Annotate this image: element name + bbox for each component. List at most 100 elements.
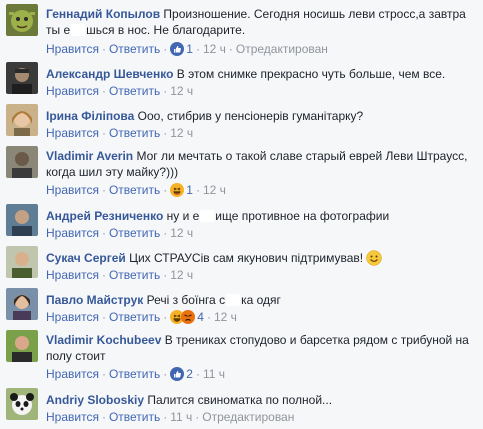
edited-label[interactable]: Отредактирован [236,42,328,56]
comment-body: Андрей Резниченко ну и е ище противное на… [46,208,477,224]
comment-meta: Нравится · Ответить · 12 ч [46,84,193,98]
like-link[interactable]: Нравится [46,410,99,424]
timestamp[interactable]: 12 ч [170,268,193,282]
dot-separator: · [228,42,233,56]
reply-link[interactable]: Ответить [109,268,160,282]
timestamp[interactable]: 12 ч [203,42,226,56]
dot-separator: · [163,310,168,324]
comment-meta: Нравится · Ответить · 12 ч [46,226,193,240]
comment-meta: Нравится · Ответить · 1 · 12 ч · Отредактирован [46,42,328,56]
reactions-summary[interactable]: 2 [170,367,193,381]
avatar[interactable] [6,330,38,362]
reactions-summary[interactable]: 4 [170,310,204,324]
timestamp[interactable]: 12 ч [214,310,237,324]
dot-separator: · [101,410,106,424]
smile-emoji-icon [366,250,383,266]
reaction-count: 1 [186,183,193,197]
reply-link[interactable]: Ответить [109,310,160,324]
like-reaction-icon [170,367,185,381]
timestamp[interactable]: 12 ч [170,126,193,140]
avatar[interactable] [6,4,38,36]
dot-separator: · [101,310,106,324]
comment-meta: Нравится · Ответить · 2 · 11 ч [46,367,225,381]
dot-separator: · [101,268,106,282]
dot-separator: · [163,183,168,197]
like-link[interactable]: Нравится [46,183,99,197]
reply-link[interactable]: Ответить [109,42,160,56]
comment-author[interactable]: Павло Майструк [46,293,143,307]
comment-body: Павло Майструк Речі з боїнга с ка одяг [46,292,477,308]
comment-body: Ірина Філіпова Ооо, стибрив у пенсіонері… [46,108,477,124]
avatar[interactable] [6,204,38,236]
dot-separator: · [163,268,168,282]
dot-separator: · [163,126,168,140]
comment-body: Vladimir Kochubeev В трениках стопудово … [46,332,477,364]
comment-meta: Нравится · Ответить · 12 ч [46,268,193,282]
like-link[interactable]: Нравится [46,226,99,240]
comment-item: Павло Майструк Речі з боїнга с ка одяг Нр… [0,288,483,324]
comment-body: Andriy Sloboskiy Палится свиноматка по п… [46,392,477,408]
redaction-blank [200,210,215,222]
comment-author[interactable]: Vladimir Averin [46,149,133,163]
dot-separator: · [195,42,200,56]
comment-text-cont: ище противное на фотографии [215,209,390,223]
comment-author[interactable]: Андрей Резниченко [46,209,163,223]
comment-item: Андрей Резниченко ну и е ище противное на… [0,204,483,240]
timestamp[interactable]: 12 ч [203,183,226,197]
dot-separator: · [195,183,200,197]
avatar[interactable] [6,246,38,278]
comment-author[interactable]: Сукач Сергей [46,251,126,265]
reply-link[interactable]: Ответить [109,183,160,197]
shrek-avatar-icon [6,4,38,36]
avatar[interactable] [6,388,38,420]
avatar[interactable] [6,104,38,136]
dot-separator: · [163,84,168,98]
dot-separator: · [195,410,200,424]
timestamp[interactable]: 12 ч [170,84,193,98]
comment-item: Сукач Сергей Цих СТРАУСів сам якунович п… [0,246,483,282]
dot-separator: · [101,42,106,56]
woman-avatar-icon [6,104,38,136]
avatar[interactable] [6,146,38,178]
like-link[interactable]: Нравится [46,268,99,282]
reactions-summary[interactable]: 1 [170,183,193,197]
comment-author[interactable]: Александр Шевченко [46,67,173,81]
like-link[interactable]: Нравится [46,84,99,98]
dot-separator: · [163,367,168,381]
like-link[interactable]: Нравится [46,126,99,140]
comment-text: Цих СТРАУСів сам якунович підтримував! [129,251,364,265]
reply-link[interactable]: Ответить [109,84,160,98]
comment-item: Vladimir Averin Мог ли мечтать о такой с… [0,146,483,198]
like-link[interactable]: Нравится [46,42,99,56]
comment-author[interactable]: Andriy Sloboskiy [46,393,144,407]
dot-separator: · [195,367,200,381]
timestamp[interactable]: 11 ч [203,367,225,381]
dot-separator: · [101,367,106,381]
comment-item: Геннадий Копылов Произношение. Сегодня н… [0,4,483,56]
comment-item: Andriy Sloboskiy Палится свиноматка по п… [0,388,483,426]
like-link[interactable]: Нравится [46,310,99,324]
comment-author[interactable]: Геннадий Копылов [46,7,160,21]
comment-author[interactable]: Ірина Філіпова [46,109,134,123]
reactions-summary[interactable]: 1 [170,42,193,56]
comment-body: Александр Шевченко В этом снимке прекрас… [46,66,477,82]
comment-meta: Нравится · Ответить · 12 ч [46,126,193,140]
reaction-count: 4 [197,310,204,324]
comment-body: Vladimir Averin Мог ли мечтать о такой с… [46,148,477,180]
avatar[interactable] [6,288,38,320]
comment-author[interactable]: Vladimir Kochubeev [46,333,161,347]
reply-link[interactable]: Ответить [109,226,160,240]
reply-link[interactable]: Ответить [109,126,160,140]
reply-link[interactable]: Ответить [109,367,160,381]
man-avatar-icon [6,146,38,178]
panda-avatar-icon [6,388,38,420]
comment-text-cont: ка одяг [241,293,281,307]
reply-link[interactable]: Ответить [109,410,160,424]
edited-label[interactable]: Отредактирован [202,410,294,424]
woman-avatar-icon [6,288,38,320]
timestamp[interactable]: 12 ч [170,226,193,240]
dot-separator: · [101,183,106,197]
like-link[interactable]: Нравится [46,367,99,381]
timestamp[interactable]: 11 ч [170,410,192,424]
avatar[interactable] [6,62,38,94]
